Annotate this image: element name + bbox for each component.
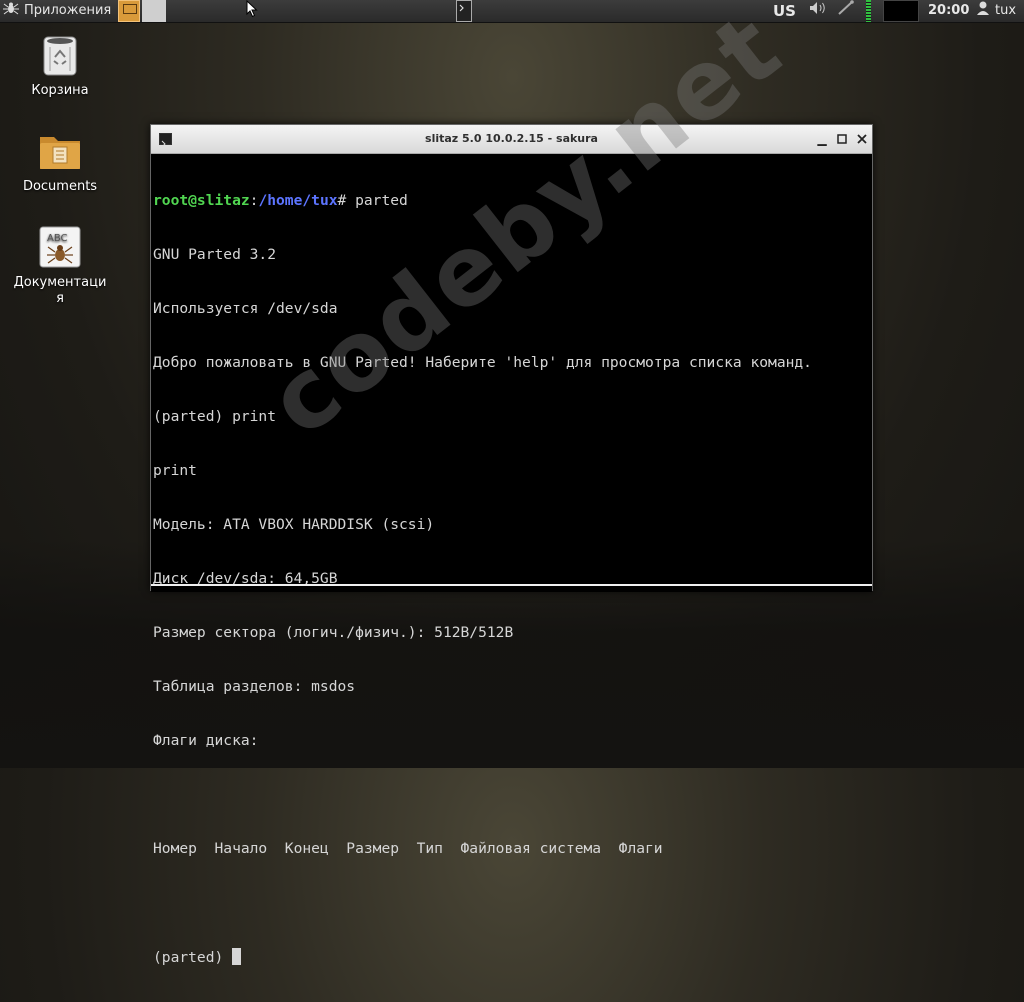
window-titlebar[interactable]: slitaz 5.0 10.0.2.15 - sakura ▁ bbox=[151, 125, 872, 154]
desktop-icon-label: Документация bbox=[13, 275, 107, 306]
top-panel: Приложения US 20:00 tux bbox=[0, 0, 1024, 23]
desktop-icon-trash[interactable]: Корзина bbox=[12, 33, 108, 99]
output-line: Добро пожаловать в GNU Parted! Наберите … bbox=[153, 354, 812, 371]
output-line: Модель: ATA VBOX HARDDISK (scsi) bbox=[153, 516, 435, 533]
command-line: root@slitaz:/home/tux# parted bbox=[153, 192, 872, 210]
output-line: Флаги диска: bbox=[153, 732, 259, 749]
current-prompt-line[interactable]: (parted) bbox=[153, 948, 872, 966]
output-line: GNU Parted 3.2 bbox=[153, 246, 277, 263]
text-cursor bbox=[232, 948, 242, 965]
system-monitor-box bbox=[883, 0, 919, 22]
workspace-2-button[interactable] bbox=[142, 0, 166, 22]
svg-text:ABC: ABC bbox=[47, 233, 68, 244]
output-line: Номер Начало Конец Размер Тип Файловая с… bbox=[153, 840, 663, 857]
activity-meter-icon bbox=[866, 0, 871, 22]
user-icon[interactable] bbox=[976, 0, 990, 22]
prompt-user: root@slitaz bbox=[153, 192, 250, 209]
output-line: Таблица разделов: msdos bbox=[153, 678, 356, 695]
folder-icon bbox=[38, 129, 82, 173]
output-line: Используется /dev/sda bbox=[153, 300, 338, 317]
keyboard-layout-indicator[interactable]: US bbox=[773, 0, 796, 22]
network-icon[interactable] bbox=[836, 0, 856, 22]
prompt-command: # parted bbox=[337, 192, 408, 209]
terminal-output[interactable]: root@slitaz:/home/tux# parted GNU Parted… bbox=[151, 154, 872, 966]
volume-icon[interactable] bbox=[808, 0, 828, 22]
trash-icon bbox=[38, 33, 82, 77]
user-name[interactable]: tux bbox=[995, 0, 1016, 22]
window-bottom-border bbox=[151, 584, 872, 592]
clock[interactable]: 20:00 bbox=[928, 0, 969, 22]
prompt-path: /home/tux bbox=[258, 192, 338, 209]
output-line: print bbox=[153, 462, 197, 479]
spider-menu-icon[interactable] bbox=[3, 0, 19, 22]
documentation-icon: ABC bbox=[38, 225, 82, 269]
applications-menu[interactable]: Приложения bbox=[24, 0, 111, 22]
window-title: slitaz 5.0 10.0.2.15 - sakura bbox=[425, 132, 598, 145]
maximize-button[interactable] bbox=[835, 132, 849, 146]
terminal-window[interactable]: slitaz 5.0 10.0.2.15 - sakura ▁ root@sli… bbox=[150, 124, 873, 966]
desktop-icon-label: Корзина bbox=[31, 83, 89, 98]
desktop-icon-label: Documents bbox=[22, 179, 98, 194]
minimize-button[interactable]: ▁ bbox=[815, 132, 829, 146]
workspace-1-button[interactable] bbox=[118, 0, 140, 22]
output-line: Размер сектора (логич./физич.): 512B/512… bbox=[153, 624, 514, 641]
mouse-cursor-icon bbox=[246, 0, 258, 22]
close-button[interactable] bbox=[855, 132, 869, 146]
taskbar-terminal-icon[interactable] bbox=[456, 0, 472, 22]
current-prompt: (parted) bbox=[153, 949, 233, 966]
output-line: (parted) print bbox=[153, 408, 277, 425]
desktop-icon-documents[interactable]: Documents bbox=[12, 129, 108, 195]
desktop-icon-documentation[interactable]: ABC Документация bbox=[12, 225, 108, 307]
